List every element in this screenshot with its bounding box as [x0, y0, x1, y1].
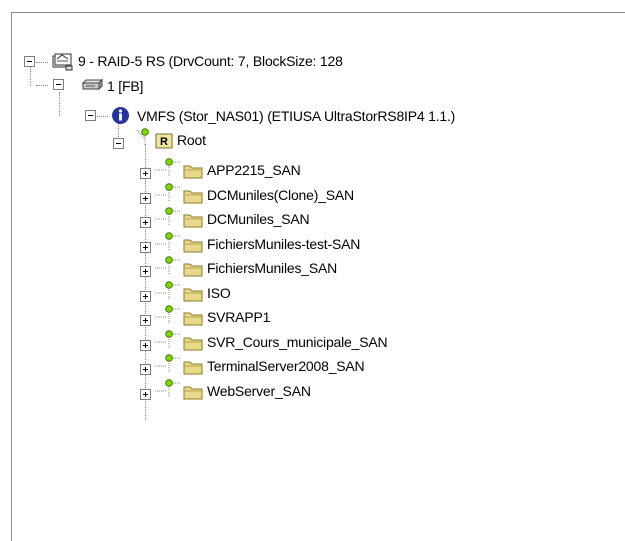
disk-drive-icon [81, 77, 104, 96]
tree-item-raid-label[interactable]: 9 - RAID-5 RS (DrvCount: 7, BlockSize: 1… [78, 52, 343, 70]
tree-line [36, 62, 48, 63]
tree-item-folder-label[interactable]: DCMuniles_SAN [207, 210, 310, 228]
expand-toggle-folder[interactable] [140, 364, 151, 375]
expand-toggle-folder[interactable] [140, 242, 151, 253]
collapse-toggle-vmfs[interactable] [85, 110, 96, 121]
tree-line [145, 144, 146, 420]
tree-item-vmfs-label[interactable]: VMFS (Stor_NAS01) (ETIUSA UltraStorRS8IP… [137, 107, 455, 125]
folder-icon [183, 188, 203, 207]
info-icon [111, 106, 130, 128]
tree-item-folder-label[interactable]: TerminalServer2008_SAN [207, 357, 365, 375]
folder-icon [183, 384, 203, 403]
collapse-toggle-root[interactable] [113, 138, 124, 149]
tree-item-folder-label[interactable]: FichiersMuniles-test-SAN [207, 235, 360, 253]
tree-item-folder-label[interactable]: WebServer_SAN [207, 382, 311, 400]
tree-item-volume-label[interactable]: 1 [FB] [107, 77, 143, 95]
folder-icon [183, 261, 203, 280]
expand-toggle-folder[interactable] [140, 291, 151, 302]
folder-icon [183, 286, 203, 305]
collapse-toggle-raid[interactable] [24, 56, 35, 67]
expand-toggle-folder[interactable] [140, 340, 151, 351]
expand-toggle-folder[interactable] [140, 168, 151, 179]
expand-toggle-folder[interactable] [140, 266, 151, 277]
folder-icon [183, 163, 203, 182]
tree-line [94, 116, 108, 117]
root-badge-icon: R [155, 133, 173, 152]
expand-toggle-folder[interactable] [140, 389, 151, 400]
expand-toggle-folder[interactable] [140, 217, 151, 228]
collapse-toggle-volume[interactable] [53, 79, 64, 90]
tree-item-folder-label[interactable]: SVRAPP1 [207, 308, 270, 326]
tree-line [59, 92, 60, 116]
raid-array-icon [52, 53, 74, 74]
folder-icon [183, 359, 203, 378]
folder-icon [183, 335, 203, 354]
svg-text:R: R [160, 136, 168, 148]
tree-item-folder-label[interactable]: SVR_Cours_municipale_SAN [207, 333, 388, 351]
tree-item-folder-label[interactable]: FichiersMuniles_SAN [207, 259, 337, 277]
tree-item-folder-label[interactable]: DCMuniles(Clone)_SAN [207, 186, 354, 204]
expand-toggle-folder[interactable] [140, 315, 151, 326]
expand-toggle-folder[interactable] [140, 193, 151, 204]
folder-icon [183, 212, 203, 231]
tree-item-folder-label[interactable]: APP2215_SAN [207, 161, 301, 179]
tree-item-root-label[interactable]: Root [177, 131, 206, 149]
folder-icon [183, 310, 203, 329]
tree-line [36, 85, 48, 86]
tree-item-folder-label[interactable]: ISO [207, 284, 231, 302]
folder-icon [183, 237, 203, 256]
